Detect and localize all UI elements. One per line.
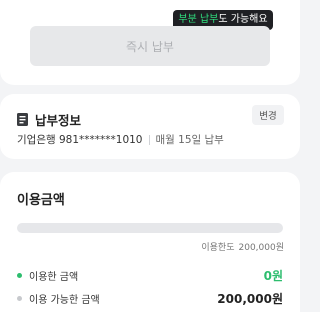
used-amount-label: 이용한 금액 [29, 272, 79, 283]
available-amount-value: 200,000원 [217, 292, 283, 306]
usage-progress-bar [17, 223, 283, 233]
usage-limit: 이용한도 200,000원 [201, 240, 284, 253]
used-amount-value: 0원 [263, 269, 283, 283]
available-amount-row: 이용 가능한 금액 200,000원 [17, 290, 283, 307]
pay-now-button[interactable]: 즉시 납부 [30, 26, 270, 66]
document-icon [17, 113, 28, 126]
tooltip-text: 도 가능해요 [218, 14, 268, 25]
divider [148, 134, 150, 145]
payment-info-header: 납부정보 [17, 110, 81, 129]
available-dot-icon [17, 296, 22, 301]
change-button[interactable]: 변경 [252, 105, 284, 125]
usage-limit-value: 200,000원 [238, 243, 285, 253]
used-dot-icon [17, 273, 22, 278]
tooltip-highlight: 부분 납부 [178, 14, 219, 25]
bank-account: 기업은행 981*******1010 [17, 134, 143, 146]
payment-info-title: 납부정보 [35, 113, 82, 128]
usage-limit-label: 이용한도 [201, 243, 235, 253]
used-amount-row: 이용한 금액 0원 [17, 267, 283, 284]
pay-card: 부분 납부도 가능해요 즉시 납부 [0, 0, 300, 85]
payment-account-row: 기업은행 981*******1010 매월 15일 납부 [17, 132, 224, 147]
usage-title: 이용금액 [17, 193, 65, 208]
due-date: 매월 15일 납부 [155, 134, 224, 146]
available-amount-label: 이용 가능한 금액 [29, 295, 100, 306]
